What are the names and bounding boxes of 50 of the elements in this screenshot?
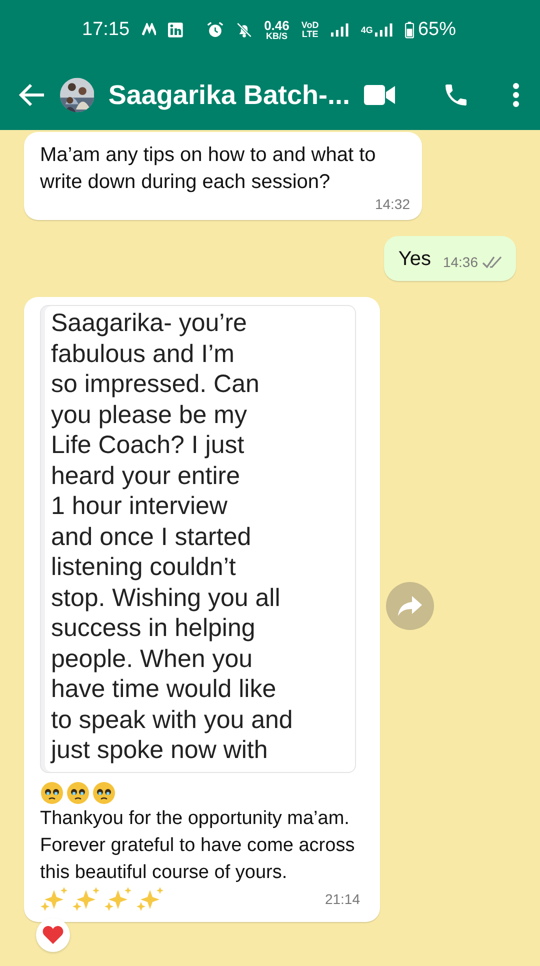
image-text-line: stop. Wishing you all <box>51 582 282 613</box>
battery-percent: 65% <box>418 19 456 41</box>
image-text-line: people. When you <box>51 644 254 674</box>
volte-label: VoD <box>301 21 319 30</box>
image-text-line: listening couldn’t <box>51 552 237 582</box>
signal-icon <box>374 22 393 38</box>
more-options-icon <box>512 82 520 108</box>
message-time: 14:36 <box>442 254 504 270</box>
message-time: 14:32 <box>374 196 410 212</box>
sparkles-icon <box>136 886 166 914</box>
status-time: 17:15 <box>82 19 130 41</box>
pleading-face-icon <box>40 780 64 804</box>
alarm-icon <box>207 20 224 40</box>
pleading-face-icon <box>92 780 116 804</box>
image-text-line: 1 hour interview <box>51 491 228 522</box>
forward-arrow-icon <box>398 596 422 616</box>
network-type: 4G <box>360 26 373 34</box>
shared-text-image[interactable] <box>40 305 356 772</box>
sparkles-icon <box>104 886 134 914</box>
message-time: 21:14 <box>324 890 360 909</box>
lte-label: LTE <box>302 30 318 39</box>
m-logo-icon <box>142 23 156 37</box>
sparkles-icon <box>72 886 102 914</box>
image-text-line: have time would like <box>51 674 278 704</box>
video-camera-icon <box>364 84 396 106</box>
image-text-line: so impressed. Can <box>51 369 260 400</box>
message-text: Ma’am any tips on how to and what to write down during each session? <box>40 143 377 195</box>
reaction-badge[interactable] <box>36 918 70 952</box>
image-text-line: to speak with you and <box>51 704 294 735</box>
image-text-line: heard your entire <box>51 460 242 491</box>
image-text-line: just spoke now with <box>51 735 269 766</box>
message-text: Thankyou for the opportunity ma’am. Forever grateful to have come across this beautiful course of yours. <box>40 806 356 884</box>
pleading-face-icon <box>66 780 90 804</box>
chat-title[interactable]: Saagarika Batch-... <box>108 80 350 110</box>
image-text-line: and once I started <box>51 522 252 552</box>
battery-icon <box>404 20 414 40</box>
image-text-line: you please be my <box>51 400 248 430</box>
image-text-line: Saagarika- you’re <box>51 308 248 338</box>
app-logo-icon <box>168 21 184 39</box>
message-text: Yes <box>398 248 431 270</box>
data-speed: 0.46 <box>264 19 290 32</box>
image-text-line: Life Coach? I just <box>51 430 246 460</box>
image-text-line: fabulous and I’m <box>51 338 236 369</box>
image-text-line: success in helping <box>51 613 256 644</box>
muted-bell-icon <box>236 20 252 40</box>
heart-icon <box>42 924 64 944</box>
sparkles-icon <box>40 886 70 914</box>
data-speed-unit: KB/S <box>266 32 288 41</box>
back-arrow-icon <box>18 83 46 107</box>
signal-icon <box>330 22 349 38</box>
